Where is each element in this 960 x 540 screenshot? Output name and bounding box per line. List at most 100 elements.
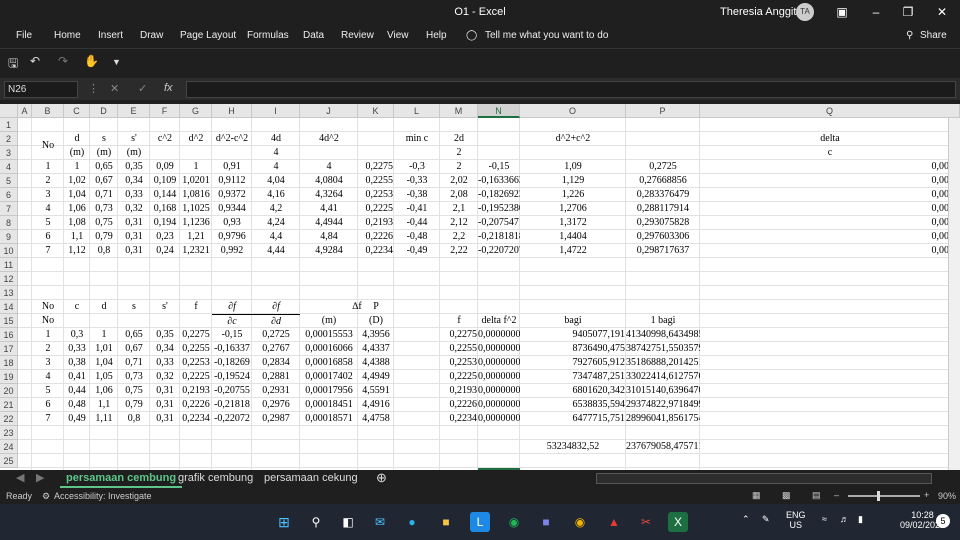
save-icon[interactable]: 🖫 [8,54,18,75]
table2-cell[interactable]: 3 [32,356,64,370]
table1-cell[interactable]: 1,226 [520,188,626,202]
row-header-14[interactable]: 14 [0,300,18,314]
table2-cell[interactable]: 4,4916 [358,398,394,412]
column-header-g[interactable]: G [180,104,212,118]
select-all-corner[interactable] [0,104,18,118]
menu-insert[interactable]: Insert [98,30,123,41]
excel-taskbar-icon[interactable]: X [668,512,688,532]
header2-df-dc-denominator[interactable]: ∂c [212,314,252,328]
table2-cell[interactable]: 0,2976 [252,398,300,412]
column-header-j[interactable]: J [300,104,358,118]
table1-cell[interactable]: -0,38 [394,188,440,202]
learning-app-icon[interactable]: L [470,512,490,532]
table1-cell[interactable]: 2 [32,174,64,188]
table1-cell[interactable]: -0,48 [394,230,440,244]
table1-cell[interactable]: 0,0005 [700,188,960,202]
table2-cell[interactable]: 0,65 [118,328,150,342]
table2-cell[interactable]: 4,4388 [358,356,394,370]
column-header-c[interactable]: C [64,104,90,118]
row-header-3[interactable]: 3 [0,146,18,160]
table2-cell[interactable]: 6477715,751 [520,412,626,426]
row-header-19[interactable]: 19 [0,370,18,384]
table1-cell[interactable]: 1,0816 [180,188,212,202]
table2-cell[interactable]: 6801620,342 [520,384,626,398]
table1-cell[interactable]: 0,298717637 [626,244,700,258]
table1-cell[interactable]: 0,31 [118,230,150,244]
menu-home[interactable]: Home [54,30,81,41]
table2-cell[interactable]: 0,32 [150,370,180,384]
column-header-a[interactable]: A [18,104,32,118]
header2-df-dd-numerator[interactable]: ∂f [252,300,300,314]
table1-cell[interactable]: 0,0005 [700,174,960,188]
table2-cell[interactable]: 0,41 [64,370,90,384]
table2-cell[interactable]: 0,00016858 [300,356,358,370]
header2-p[interactable]: P [358,300,394,314]
row-header-13[interactable]: 13 [0,286,18,300]
cancel-icon[interactable]: ✕ [110,82,119,95]
pen-icon[interactable]: ✎ [762,514,770,525]
table2-cell[interactable]: 9405077,191 [520,328,626,342]
row-header-23[interactable]: 23 [0,426,18,440]
table2-cell[interactable]: 5 [32,384,64,398]
table1-cell[interactable]: 4 [300,160,358,174]
table1-cell[interactable]: 0,67 [90,174,118,188]
spotify-icon[interactable]: ◉ [504,512,524,532]
table2-cell[interactable]: 1 [32,328,64,342]
table2-cell[interactable]: 0,2255 [180,342,212,356]
table1-cell[interactable]: 4,04 [252,174,300,188]
table2-cell[interactable]: 0,00016066 [300,342,358,356]
table1-cell[interactable]: 0,79 [90,230,118,244]
table2-cell[interactable]: 0,2253 [180,356,212,370]
table1-cell[interactable]: -0,44 [394,216,440,230]
table2-cell[interactable]: 0,31 [150,412,180,426]
header-2d-sub[interactable]: 2 [440,146,478,160]
header-no[interactable]: No [32,139,64,153]
table2-cell[interactable]: 0,2225 [180,370,212,384]
table1-cell[interactable]: 1,2321 [180,244,212,258]
table2-cell[interactable]: 1,04 [90,356,118,370]
table2-cell[interactable]: 0,2226 [180,398,212,412]
table1-cell[interactable]: 1,1 [64,230,90,244]
unit-s-prime[interactable]: (m) [118,146,150,160]
table1-cell[interactable]: 4,24 [252,216,300,230]
column-header-h[interactable]: H [212,104,252,118]
table1-cell[interactable]: 4,0804 [300,174,358,188]
header-s-prime[interactable]: s' [118,132,150,146]
header2-no[interactable]: No [32,300,64,314]
table2-cell[interactable]: 4,4758 [358,412,394,426]
row-header-15[interactable]: 15 [0,314,18,328]
table1-cell[interactable]: -0,3 [394,160,440,174]
row-header-9[interactable]: 9 [0,230,18,244]
table2-cell[interactable]: 0,0000000258112798 [478,342,520,356]
table1-cell[interactable]: 4,84 [300,230,358,244]
table1-cell[interactable]: 1,4722 [520,244,626,258]
horizontal-scrollbar[interactable] [596,473,932,484]
table1-cell[interactable]: 5 [32,216,64,230]
table1-cell[interactable]: 2,1 [440,202,478,216]
table2-cell[interactable]: 35186888,2014251 [626,356,700,370]
task-view-icon[interactable]: ◧ [338,512,358,532]
header-4d-sub[interactable]: 4 [252,146,300,160]
page-break-view-icon[interactable]: ▤ [812,490,821,501]
tab-persamaan-cekung[interactable]: persamaan cekung [258,470,364,488]
table1-cell[interactable]: 1,2706 [520,202,626,216]
menu-page-layout[interactable]: Page Layout [180,30,236,41]
table2-cell[interactable]: -0,16337 [212,342,252,356]
table2-cell[interactable]: -0,19524 [212,370,252,384]
table2-cell[interactable]: 0,2193 [440,384,478,398]
table2-cell[interactable]: 0,2193 [180,384,212,398]
table1-cell[interactable]: 0,0005 [700,230,960,244]
worksheet-grid[interactable]: A B C D E F G H I J K L M N O P Q 1 2 3 4 5 6 7 8 9 10 11 12 13 14 15 16… [0,104,960,470]
tab-persamaan-cembung[interactable]: persamaan cembung [60,470,183,488]
table2-cell[interactable]: -0,22072 [212,412,252,426]
row-header-11[interactable]: 11 [0,258,18,272]
table1-cell[interactable]: 0,71 [90,188,118,202]
table1-cell[interactable]: -0,220720721 [478,244,520,258]
table1-cell[interactable]: 1,1025 [180,202,212,216]
header2-bagi[interactable]: bagi [520,314,626,328]
table1-cell[interactable]: 1,12 [64,244,90,258]
menu-data[interactable]: Data [303,30,324,41]
table1-cell[interactable]: 0,2225 [358,202,394,216]
table2-cell[interactable]: 0,48 [64,398,90,412]
table2-cell[interactable]: 0,35 [150,328,180,342]
